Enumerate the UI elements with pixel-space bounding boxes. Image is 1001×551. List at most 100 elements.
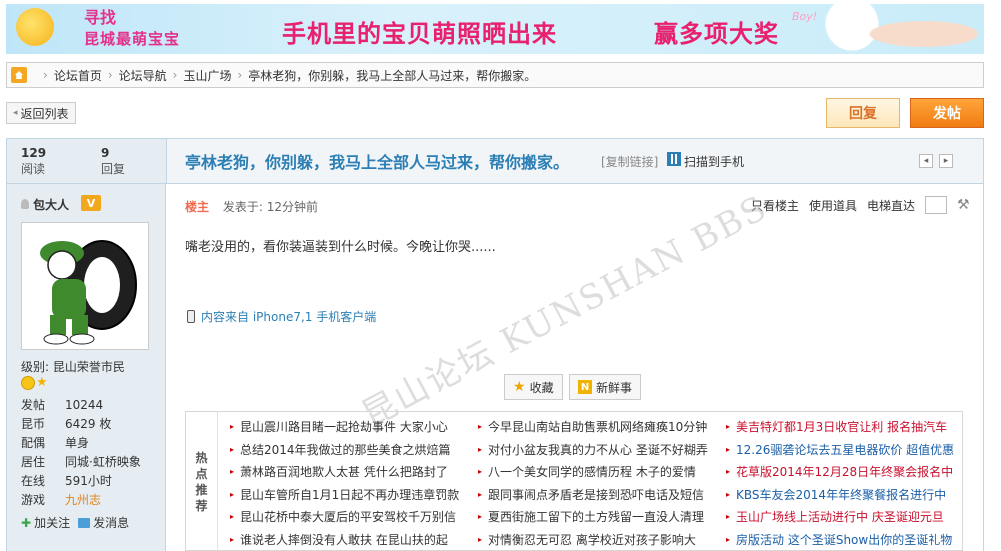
views-count: 129 bbox=[21, 146, 47, 160]
next-thread-icon[interactable]: ▸ bbox=[939, 154, 953, 168]
breadcrumb-forum-nav[interactable]: 论坛导航 bbox=[119, 67, 167, 84]
info-row: 游戏 九州志 bbox=[21, 491, 141, 510]
info-key: 配偶 bbox=[21, 436, 46, 450]
hot-link[interactable]: ▸ 对付小盆友我真的力不从心 圣诞不好糊弄 bbox=[478, 439, 708, 462]
smile-icon bbox=[21, 376, 35, 390]
hot-link-text: 八一个美女同学的感情历程 木子的爱情 bbox=[488, 465, 696, 479]
breadcrumb-yushan-square[interactable]: 玉山广场 bbox=[183, 67, 231, 84]
scan-to-phone-link[interactable]: 扫描到手机 bbox=[684, 153, 744, 170]
breadcrumb: › 论坛首页 › 论坛导航 › 玉山广场 › 亭林老狗，你别躲，我马上全部人马过… bbox=[6, 62, 984, 88]
hot-link-text: 萧林路百润地欺人太甚 凭什么把路封了 bbox=[240, 465, 448, 479]
info-value: 591小时 bbox=[65, 474, 112, 488]
promo-link-text: 美吉特灯都1月3日收官让利 报名抽汽车 bbox=[736, 420, 948, 434]
banner-slogan-main: 手机里的宝贝萌照晒出来 bbox=[282, 20, 557, 48]
arrow-icon: ▸ bbox=[230, 534, 235, 544]
floor-jump-input[interactable] bbox=[925, 196, 947, 214]
info-row: 居住 同城·虹桥映象 bbox=[21, 453, 141, 472]
promo-link-text: KBS车友会2014年年终聚餐报名进行中 bbox=[736, 487, 947, 502]
hot-column-2: ▸ 今早昆山南站自助售票机网络瘫痪10分钟 ▸ 对付小盆友我真的力不从心 圣诞不好糊… bbox=[478, 416, 708, 551]
thread-title[interactable]: 亭林老狗，你别躲，我马上全部人马过来，帮你搬家。 bbox=[185, 149, 569, 173]
hot-label-char: 热 bbox=[195, 451, 208, 465]
info-key: 居住 bbox=[21, 455, 46, 469]
banner-slogan-prize: 赢多项大奖 bbox=[654, 20, 779, 48]
news-label: 新鲜事 bbox=[596, 380, 633, 395]
info-key: 游戏 bbox=[21, 493, 46, 507]
reply-button[interactable]: 回复 bbox=[826, 98, 900, 128]
breadcrumb-separator: › bbox=[107, 68, 113, 82]
author-sidebar: 包大人 V 级别: 昆山荣誉市民 ★ 发帖 10244 昆币 6429 枚 配偶 单身… bbox=[6, 184, 166, 551]
hot-link[interactable]: ▸ 对情衡忍无可忍 离学校近对孩子影响大 bbox=[478, 529, 708, 551]
new-post-button[interactable]: 发帖 bbox=[910, 98, 984, 128]
views-stat: 129 阅读 bbox=[21, 145, 46, 177]
prev-thread-icon[interactable]: ◂ bbox=[919, 154, 933, 168]
chevron-left-icon: ◂ bbox=[13, 108, 18, 118]
replies-stat: 9 回复 bbox=[101, 145, 125, 177]
hot-link[interactable]: ▸ 昆山花桥中泰大厦后的平安驾校千万别信 bbox=[230, 506, 459, 529]
post-time: 发表于: 12分钟前 bbox=[222, 200, 318, 214]
promo-link[interactable]: ▸ KBS车友会2014年年终聚餐报名进行中 bbox=[726, 484, 954, 507]
follow-label: 加关注 bbox=[34, 516, 71, 530]
promo-link[interactable]: ▸ 玉山广场线上活动进行中 庆圣诞迎元旦 bbox=[726, 506, 954, 529]
arrow-icon: ▸ bbox=[726, 422, 731, 431]
breadcrumb-forum-home[interactable]: 论坛首页 bbox=[54, 67, 102, 84]
home-icon[interactable] bbox=[11, 67, 27, 83]
hot-label-char: 推 bbox=[195, 483, 208, 497]
source-line[interactable]: 内容来自 iPhone7,1 手机客户端 bbox=[187, 308, 376, 325]
arrow-icon: ▸ bbox=[230, 422, 235, 431]
post-content: 嘴老没用的，看你装逼装到什么时候。今晚让你哭...... bbox=[185, 240, 496, 255]
hot-link[interactable]: ▸ 昆山车管所自1月1日起不再办理违章罚款 bbox=[230, 484, 459, 507]
hot-link[interactable]: ▸ 今早昆山南站自助售票机网络瘫痪10分钟 bbox=[478, 416, 708, 439]
watermark: 昆山论坛 KUNSHAN BBS bbox=[355, 187, 775, 436]
author-name[interactable]: 包大人 bbox=[33, 196, 69, 213]
wrench-icon[interactable]: ⚒ bbox=[957, 198, 971, 212]
promo-link-text: 玉山广场线上活动进行中 庆圣诞迎元旦 bbox=[736, 510, 944, 524]
vip-badge[interactable]: V bbox=[81, 195, 101, 211]
promo-link[interactable]: ▸ 房版活动 这个圣诞Show出你的圣诞礼物 bbox=[726, 529, 954, 551]
baby-illustration bbox=[798, 4, 978, 54]
info-value[interactable]: 同城·虹桥映象 bbox=[65, 453, 141, 472]
message-button[interactable]: 发消息 bbox=[78, 514, 129, 531]
star-icon: ★ bbox=[36, 375, 48, 390]
hot-link[interactable]: ▸ 萧林路百润地欺人太甚 凭什么把路封了 bbox=[230, 461, 459, 484]
qr-code-icon[interactable] bbox=[667, 152, 681, 166]
hot-recommend-label: 热 点 推 荐 bbox=[186, 412, 218, 551]
hot-link-text: 昆山花桥中泰大厦后的平安驾校千万别信 bbox=[240, 510, 457, 524]
author-info: 发帖 10244 昆币 6429 枚 配偶 单身 居住 同城·虹桥映象 在线 591小时 … bbox=[21, 396, 141, 510]
copy-link[interactable]: [复制链接] bbox=[601, 153, 658, 170]
author-actions: ✚ 加关注 发消息 bbox=[21, 514, 129, 531]
use-tool-link[interactable]: 使用道具 bbox=[809, 197, 857, 214]
views-label: 阅读 bbox=[21, 162, 46, 176]
top-banner-ad[interactable]: 寻找 昆城最萌宝宝 手机里的宝贝萌照晒出来 赢多项大奖 Boy! bbox=[6, 4, 984, 54]
info-value[interactable]: 九州志 bbox=[65, 491, 101, 510]
avatar[interactable] bbox=[21, 222, 149, 350]
info-row: 配偶 单身 bbox=[21, 434, 141, 453]
offline-status-icon bbox=[21, 199, 29, 209]
hot-link[interactable]: ▸ 跟同事闹点矛盾老是接到恐吓电话及短信 bbox=[478, 484, 708, 507]
promo-link[interactable]: ▸ 美吉特灯都1月3日收官让利 报名抽汽车 bbox=[726, 416, 954, 439]
hot-link[interactable]: ▸ 总结2014年我做过的那些美食之烘焙篇 bbox=[230, 439, 459, 462]
hot-label-char: 点 bbox=[195, 467, 208, 481]
message-label: 发消息 bbox=[93, 516, 130, 530]
back-to-list-button[interactable]: ◂ 返回列表 bbox=[6, 102, 76, 124]
arrow-icon: ▸ bbox=[478, 534, 483, 544]
hot-column-3: ▸ 美吉特灯都1月3日收官让利 报名抽汽车 ▸ 12.26骃砻论坛去五星电器砍价 超… bbox=[726, 416, 954, 551]
news-button[interactable]: N 新鲜事 bbox=[569, 374, 642, 400]
banner-find-bottom: 昆城最萌宝宝 bbox=[84, 30, 181, 48]
source-text: 内容来自 iPhone7,1 手机客户端 bbox=[201, 310, 377, 324]
arrow-icon: ▸ bbox=[478, 444, 483, 454]
follow-button[interactable]: ✚ 加关注 bbox=[21, 514, 70, 531]
hot-link-text: 总结2014年我做过的那些美食之烘焙篇 bbox=[240, 442, 451, 457]
info-row: 昆币 6429 枚 bbox=[21, 415, 141, 434]
arrow-icon: ▸ bbox=[726, 444, 731, 454]
hot-link[interactable]: ▸ 昆山震川路目睹一起抢劫事件 大家小心 bbox=[230, 416, 459, 439]
hot-link[interactable]: ▸ 谁说老人摔倒没有人敢扶 在昆山扶的起 bbox=[230, 529, 459, 551]
breadcrumb-thread[interactable]: 亭林老狗，你别躲，我马上全部人马过来，帮你搬家。 bbox=[248, 67, 536, 84]
hot-link[interactable]: ▸ 八一个美女同学的感情历程 木子的爱情 bbox=[478, 461, 708, 484]
hot-link[interactable]: ▸ 夏西街施工留下的土方残留一直没人清理 bbox=[478, 506, 708, 529]
arrow-icon: ▸ bbox=[230, 467, 235, 476]
promo-link[interactable]: ▸ 花草版2014年12月28日年终聚会报名中 bbox=[726, 461, 954, 484]
promo-link[interactable]: ▸ 12.26骃砻论坛去五星电器砍价 超值优惠 bbox=[726, 439, 954, 462]
favorite-button[interactable]: ★ 收藏 bbox=[504, 374, 563, 400]
avatar-character-icon bbox=[22, 223, 148, 349]
promo-link-text: 房版活动 这个圣诞Show出你的圣诞礼物 bbox=[736, 532, 953, 547]
